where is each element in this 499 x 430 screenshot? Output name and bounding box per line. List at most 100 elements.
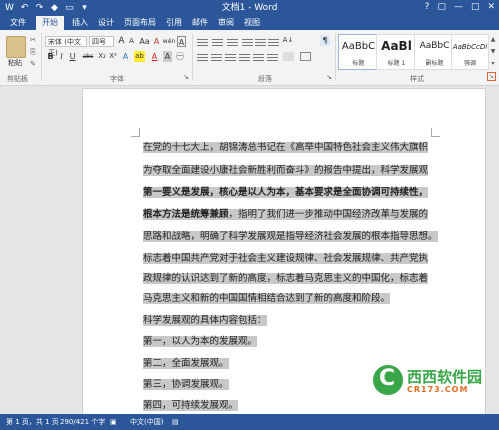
window-controls: ? ▢ — □ ✕	[425, 1, 495, 14]
close-icon[interactable]: ✕	[487, 1, 495, 14]
clipboard-group-label: 剪贴板	[7, 75, 28, 83]
shading-icon[interactable]	[283, 52, 294, 61]
tab-references[interactable]: 引用	[162, 16, 186, 30]
change-case-button[interactable]: Aa	[138, 36, 151, 47]
help-icon[interactable]: ?	[425, 1, 430, 14]
align-right-icon[interactable]	[225, 52, 236, 61]
font-group-label: 字体	[110, 75, 124, 83]
bold-button[interactable]: B	[46, 51, 55, 62]
style-sample: AaBbC	[419, 41, 450, 51]
proofing-icon[interactable]: ▣	[110, 417, 117, 427]
paragraph-dialog-launcher-icon[interactable]: ↘	[326, 73, 332, 81]
char-border-button[interactable]: A	[177, 36, 186, 47]
style-sample: AaBbC	[341, 41, 376, 52]
superscript-button[interactable]: X²	[108, 51, 118, 62]
tab-design[interactable]: 设计	[94, 16, 118, 30]
bullets-icon[interactable]	[197, 37, 208, 46]
text-effects-button[interactable]: A	[121, 51, 130, 62]
group-divider	[41, 33, 42, 81]
numbering-icon[interactable]	[212, 37, 223, 46]
document-line[interactable]: 根本方法是统筹兼顾，指明了我们进一步推动中国经济改革与发展的	[143, 206, 429, 223]
grow-font-button[interactable]: A	[117, 36, 126, 47]
paste-label: 粘贴	[8, 59, 22, 67]
ribbon: 粘贴 ✂ ⎘ ✎ 剪贴板 宋体 (中文正) 四号 A A Aa A wén A …	[0, 30, 499, 86]
multilevel-list-icon[interactable]	[227, 37, 238, 46]
document-line[interactable]: 第二，全面发展观。	[143, 355, 229, 372]
justify-icon[interactable]	[239, 52, 250, 61]
chinese-layout-icon[interactable]	[268, 37, 279, 46]
margin-corner-mark	[431, 128, 440, 137]
document-line[interactable]: 标志着中国共产党对于社会主义建设规律、社会发展规律、共产党执	[143, 250, 429, 267]
document-line[interactable]: 第一要义是发展，核心是以人为本，基本要求是全面协调可持续性，	[143, 184, 429, 201]
tab-page-layout[interactable]: 页面布局	[120, 16, 160, 30]
margin-corner-mark	[131, 128, 140, 137]
group-divider	[335, 33, 336, 81]
style-subtitle[interactable]: AaBbC 副标题	[414, 34, 455, 70]
tab-view[interactable]: 视图	[240, 16, 264, 30]
tab-home[interactable]: 开始	[36, 16, 64, 30]
underline-button[interactable]: U	[68, 51, 77, 62]
paragraph-group-label: 段落	[258, 75, 272, 83]
document-line[interactable]: 思路和战略，明确了科学发展观是指导经济社会发展的根本指导思想。	[143, 228, 438, 245]
cut-icon[interactable]: ✂	[28, 36, 38, 44]
ribbon-display-icon[interactable]: ▢	[437, 1, 446, 14]
styles-scroll[interactable]: ▲ ▼ ▾	[489, 34, 497, 70]
document-line[interactable]: 科学发展观的具体内容包括：	[143, 312, 267, 329]
font-color-button[interactable]: A	[150, 51, 159, 62]
document-line[interactable]: 第四，可持续发展观。	[143, 397, 239, 414]
logo-name: 西西软件园	[407, 368, 483, 386]
document-line[interactable]: 第三，协调发展观。	[143, 376, 229, 393]
styles-group-label: 样式	[410, 75, 424, 83]
paste-button[interactable]	[6, 36, 26, 58]
tab-mailings[interactable]: 邮件	[188, 16, 212, 30]
tab-file[interactable]: 文件	[4, 16, 32, 30]
document-line[interactable]: 在党的十七大上，胡锦涛总书记在《高举中国特色社会主义伟大旗帜	[143, 139, 429, 156]
language[interactable]: 中文(中国)	[130, 417, 163, 427]
decrease-indent-icon[interactable]	[242, 37, 253, 46]
strikethrough-button[interactable]: abc	[81, 51, 95, 62]
document-line[interactable]: 马克思主义和新的中国国情相结合达到了新的高度和阶段。	[143, 290, 391, 307]
copy-icon[interactable]: ⎘	[28, 48, 38, 56]
phonetic-guide-button[interactable]: wén	[162, 36, 176, 47]
word-count[interactable]: 290/421 个字	[60, 417, 105, 427]
align-left-icon[interactable]	[197, 52, 208, 61]
document-line[interactable]: 政规律的认识达到了新的高度，标志着马克思主义的中国化，标志着	[143, 270, 429, 287]
document-line[interactable]: 为夺取全面建设小康社会新胜利而奋斗》的报告中提出，科学发展观	[143, 162, 429, 179]
document-line[interactable]: 第一，以人为本的发展观。	[143, 333, 258, 350]
site-watermark-logo: C 西西软件园 CR173.COM	[373, 363, 493, 399]
align-center-icon[interactable]	[211, 52, 222, 61]
increase-indent-icon[interactable]	[255, 37, 266, 46]
enclose-char-button[interactable]: ㊀	[175, 51, 185, 62]
sort-button[interactable]: A↓	[282, 35, 294, 46]
tab-insert[interactable]: 插入	[68, 16, 92, 30]
font-size-box[interactable]: 四号	[89, 36, 114, 47]
italic-button[interactable]: I	[57, 51, 66, 62]
font-dialog-launcher-icon[interactable]: ↘	[183, 73, 189, 81]
style-heading-1[interactable]: AaBl 标题 1	[376, 34, 417, 70]
shrink-font-button[interactable]: A	[127, 36, 136, 47]
group-divider	[192, 33, 193, 81]
minimize-icon[interactable]: —	[454, 1, 463, 14]
style-name: 强调	[463, 60, 476, 67]
tab-review[interactable]: 审阅	[214, 16, 238, 30]
format-painter-icon[interactable]: ✎	[28, 60, 38, 68]
macro-icon[interactable]: ▤	[172, 417, 179, 427]
highlight-button[interactable]: ab	[134, 51, 145, 62]
style-sample: AaBl	[381, 39, 412, 53]
clear-format-button[interactable]: A	[152, 36, 161, 47]
line-spacing-icon[interactable]	[267, 52, 278, 61]
page-count[interactable]: 第 1 页，共 1 页	[6, 417, 59, 427]
char-shading-button[interactable]: A	[163, 51, 172, 62]
subscript-button[interactable]: X₂	[97, 51, 107, 62]
font-name-box[interactable]: 宋体 (中文正)	[45, 36, 87, 57]
styles-dialog-launcher-icon[interactable]: ↘	[487, 72, 496, 81]
ribbon-tabs: 文件 开始 插入 设计 页面布局 引用 邮件 审阅 视图	[0, 16, 499, 30]
logo-url: CR173.COM	[407, 385, 469, 394]
borders-icon[interactable]	[300, 52, 311, 61]
style-title[interactable]: AaBbC 标题	[338, 34, 379, 70]
style-emphasis[interactable]: AaBbCcDi 强调	[451, 34, 489, 70]
title-bar: W ↶ ↷ ◆ ▭ ▾ 文档1 - Word ? ▢ — □ ✕	[0, 0, 499, 16]
distributed-icon[interactable]	[253, 52, 264, 61]
maximize-icon[interactable]: □	[471, 1, 480, 14]
show-marks-button[interactable]: ¶	[320, 35, 330, 46]
